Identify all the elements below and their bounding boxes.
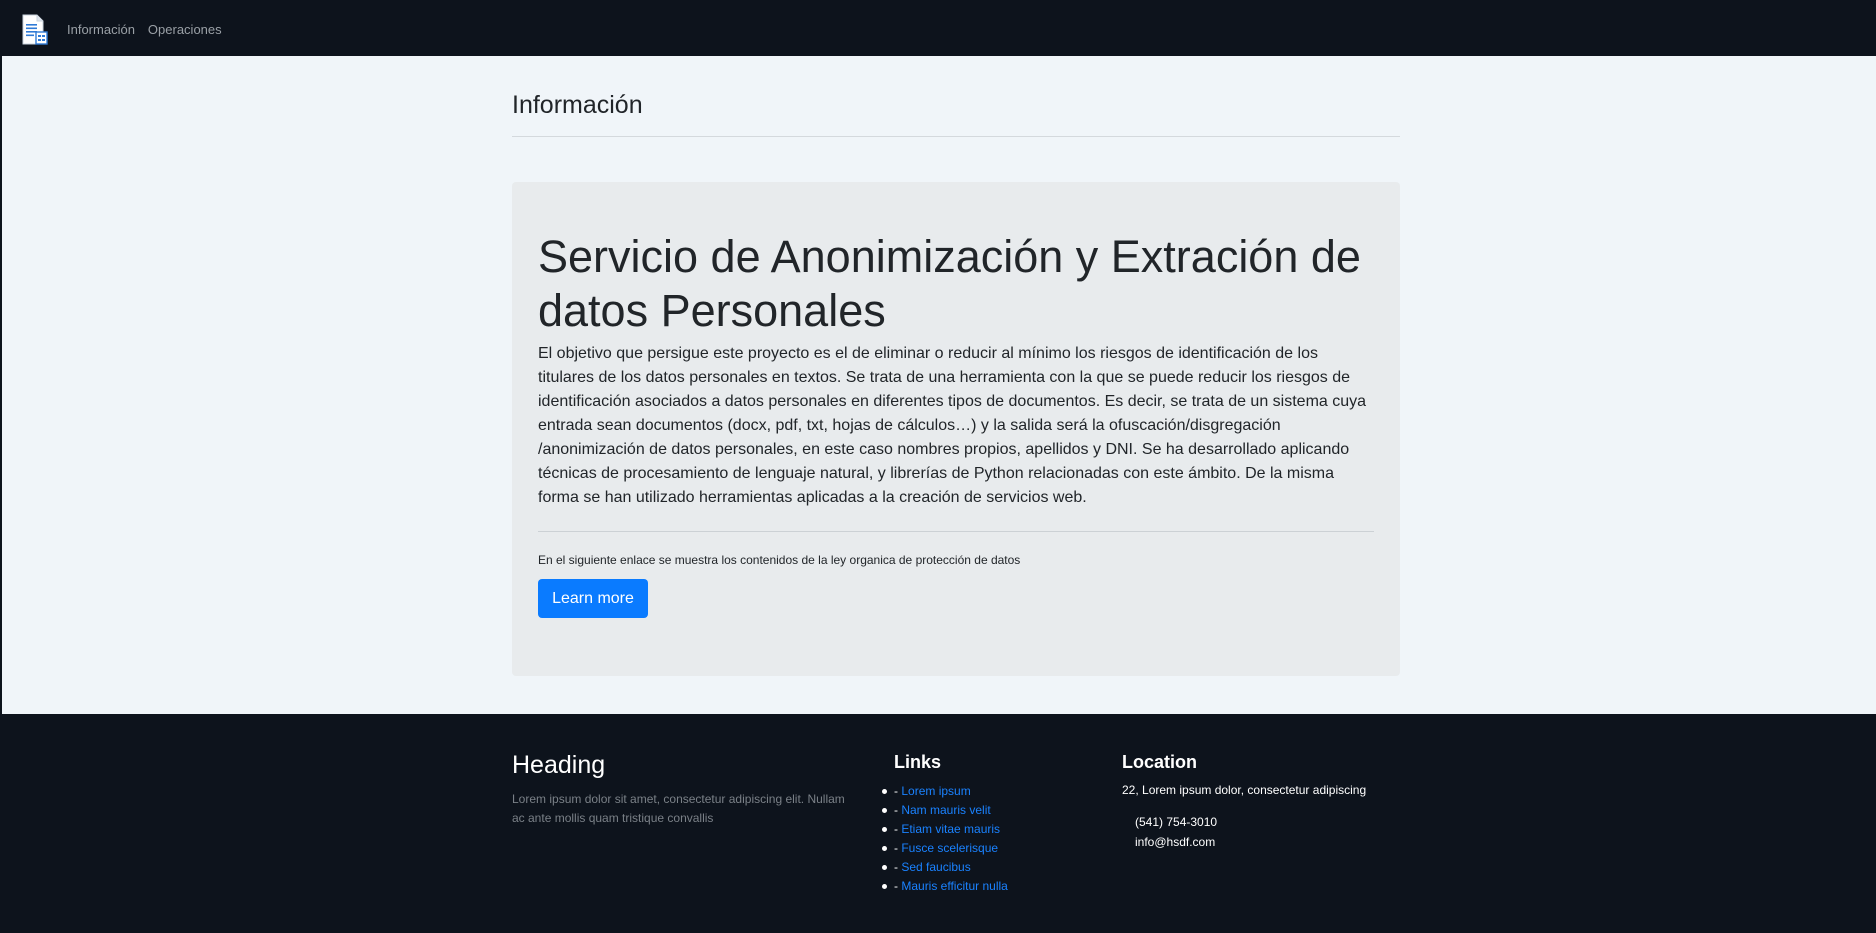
footer-location-heading: Location	[1122, 752, 1197, 772]
footer-address: 22, Lorem ipsum dolor, consectetur adipi…	[1122, 783, 1367, 797]
footer-link[interactable]: Nam mauris velit	[901, 803, 990, 817]
jumbotron-note: En el siguiente enlace se muestra los co…	[538, 553, 1021, 567]
footer-link-item: - Mauris efficitur nulla	[882, 877, 1008, 896]
footer-phone: (541) 754-3010	[1135, 815, 1218, 829]
nav-link-operaciones[interactable]: Operaciones	[148, 22, 222, 37]
footer-links-heading: Links	[894, 752, 942, 772]
footer-link[interactable]: Mauris efficitur nulla	[901, 879, 1008, 893]
footer-link-item: - Sed faucibus	[882, 858, 1008, 877]
footer-email: info@hsdf.com	[1135, 835, 1216, 849]
footer-link[interactable]: Sed faucibus	[901, 860, 970, 874]
footer: Heading Lorem ipsum dolor sit amet, cons…	[2, 714, 1876, 933]
top-navbar: Información Operaciones	[2, 3, 1876, 56]
footer-link-item: - Lorem ipsum	[882, 782, 1008, 801]
nav-link-informacion[interactable]: Información	[67, 22, 135, 37]
footer-link-item: - Etiam vitae mauris	[882, 820, 1008, 839]
title-divider	[512, 136, 1400, 137]
document-icon	[22, 14, 48, 45]
page-title: Información	[512, 91, 643, 119]
footer-description: Lorem ipsum dolor sit amet, consectetur …	[512, 792, 845, 825]
footer-link-item: - Nam mauris velit	[882, 801, 1008, 820]
main-content: Información Servicio de Anonimización y …	[2, 56, 1876, 714]
brand-logo[interactable]	[19, 13, 51, 47]
jumbotron: Servicio de Anonimización y Extración de…	[512, 182, 1400, 676]
footer-links-list: - Lorem ipsum - Nam mauris velit - Etiam…	[882, 782, 1008, 896]
jumbotron-lead: El objetivo que persigue este proyecto e…	[538, 345, 1367, 506]
footer-link[interactable]: Fusce scelerisque	[901, 841, 998, 855]
app-frame: Información Operaciones Información Serv…	[2, 3, 1876, 933]
jumbotron-heading: Servicio de Anonimización y Extración de…	[538, 231, 1361, 336]
learn-more-button[interactable]: Learn more	[538, 579, 648, 618]
footer-heading: Heading	[512, 751, 606, 779]
footer-link[interactable]: Etiam vitae mauris	[901, 822, 1000, 836]
jumbotron-divider	[538, 531, 1374, 532]
footer-link[interactable]: Lorem ipsum	[901, 784, 970, 798]
footer-link-item: - Fusce scelerisque	[882, 839, 1008, 858]
